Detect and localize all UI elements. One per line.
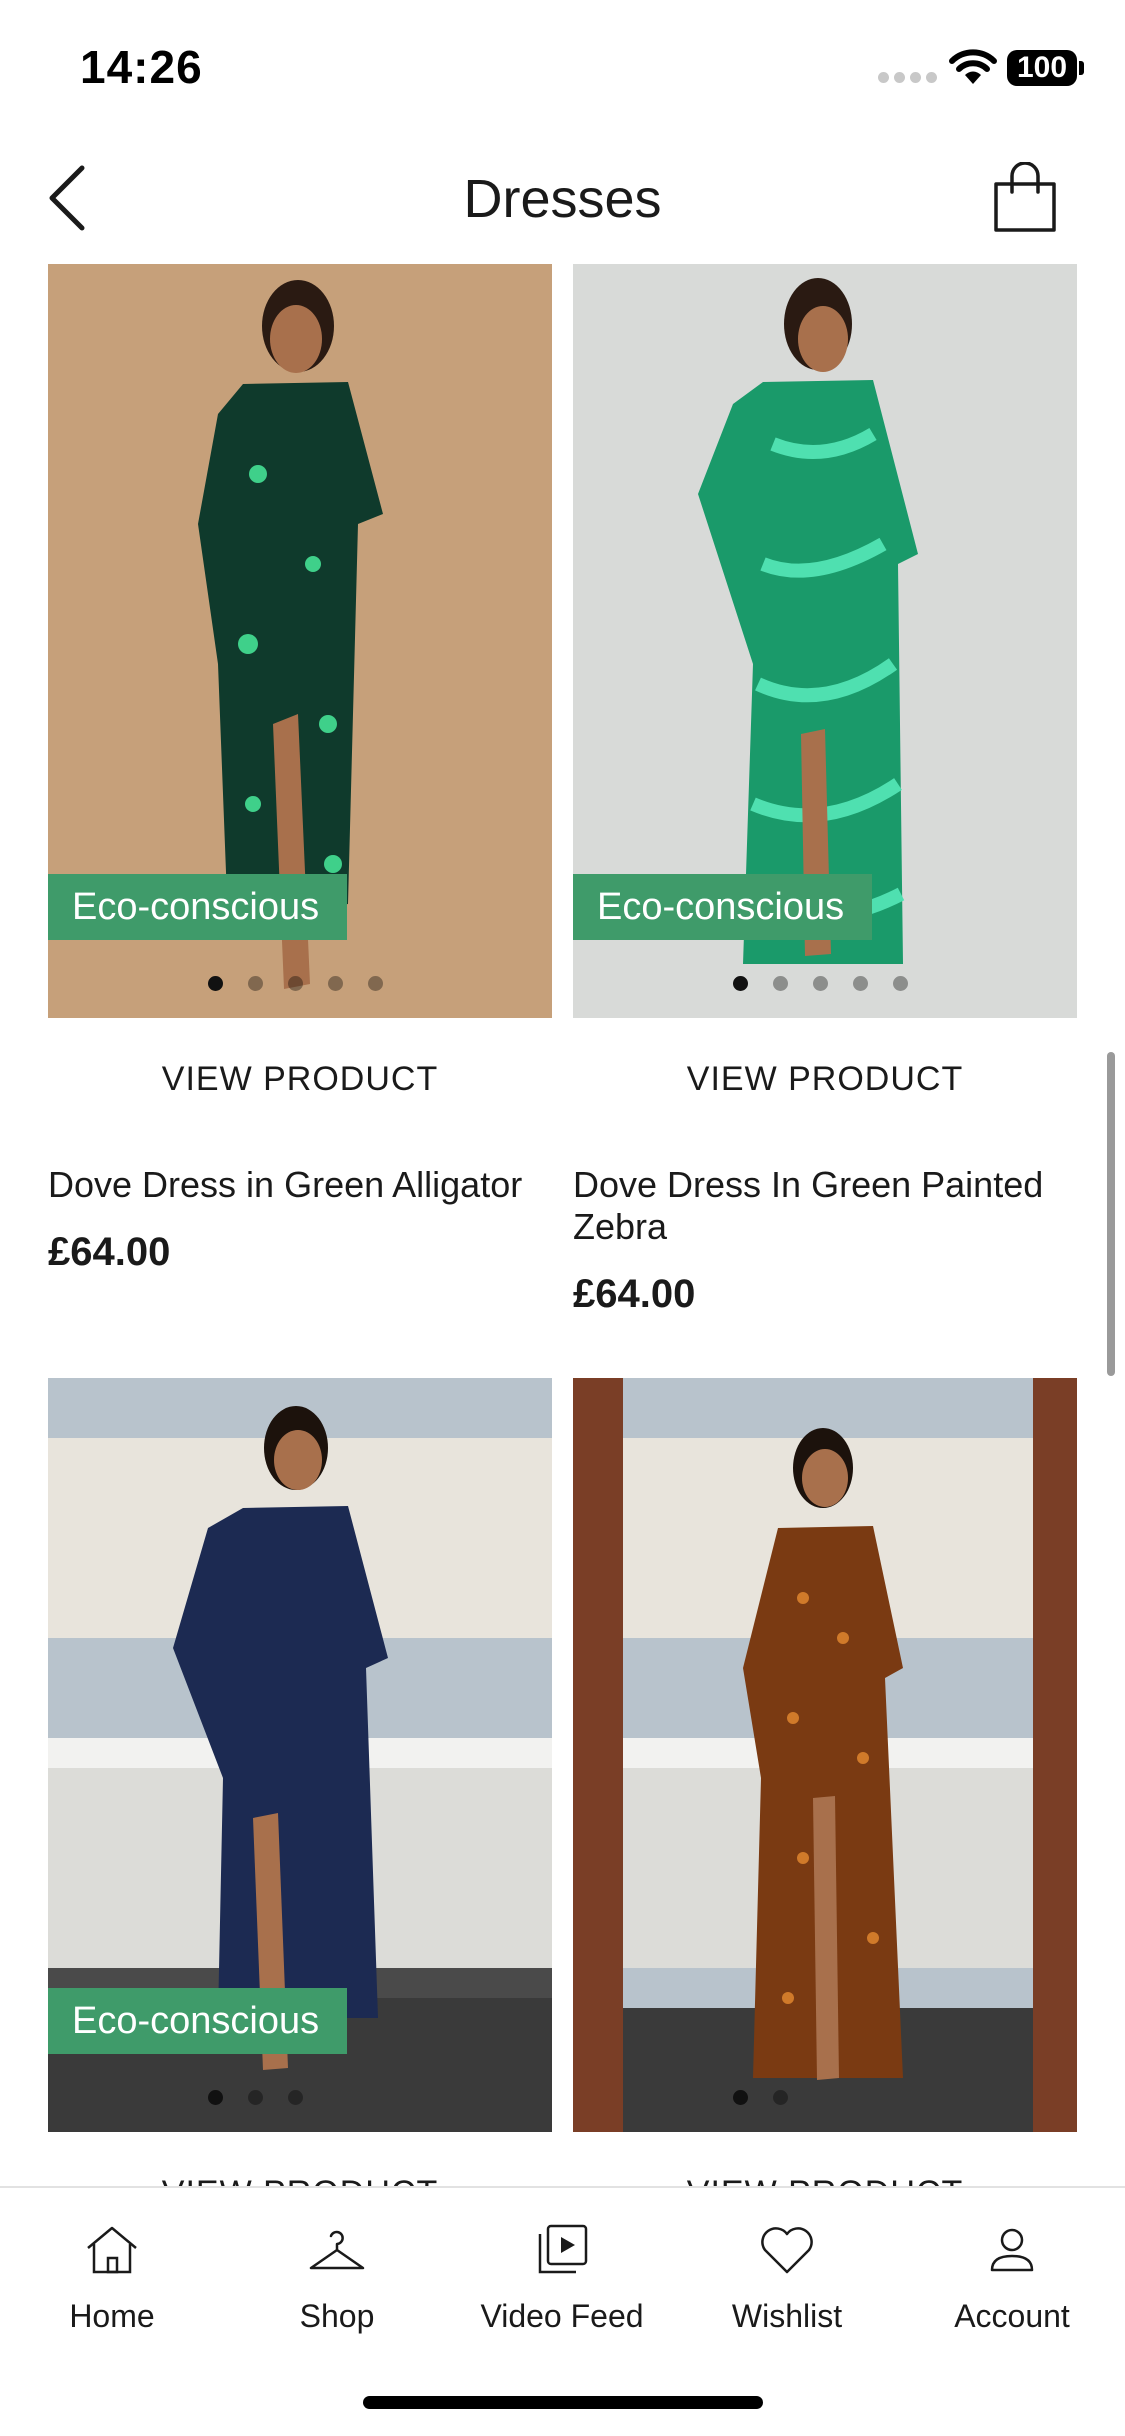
carousel-dot[interactable] [328,976,343,991]
scrollbar[interactable] [1107,1052,1115,1376]
shopping-bag-icon[interactable] [990,162,1060,234]
person-icon [990,2228,1034,2272]
hanger-icon [309,2230,365,2270]
tab-shop[interactable]: Shop [237,2218,437,2335]
tab-label: Account [954,2298,1070,2334]
tab-wishlist[interactable]: Wishlist [687,2218,887,2335]
heart-icon [761,2227,813,2274]
product-name[interactable]: Dove Dress In Green Painted Zebra [573,1164,1077,1248]
product-card[interactable]: VIEW PRODUCT [573,1378,1077,2212]
tab-label: Shop [299,2298,375,2334]
tab-label: Home [69,2298,155,2334]
product-image[interactable]: Eco-conscious [573,264,1077,1018]
product-image[interactable]: Eco-conscious [48,264,552,1018]
carousel-dot[interactable] [773,976,788,991]
image-carousel-dots[interactable] [733,2090,788,2105]
tab-video-feed[interactable]: Video Feed [462,2218,662,2335]
carousel-dot[interactable] [733,2090,748,2105]
tab-home[interactable]: Home [12,2218,212,2335]
image-carousel-dots[interactable] [208,976,383,991]
page-title: Dresses [463,169,662,229]
eco-conscious-badge: Eco-conscious [573,874,872,940]
carousel-dot[interactable] [853,976,868,991]
eco-conscious-badge: Eco-conscious [48,1988,347,2054]
image-carousel-dots[interactable] [733,976,908,991]
product-name[interactable]: Dove Dress in Green Alligator [48,1164,552,1206]
view-product-button[interactable]: VIEW PRODUCT [573,1060,1077,1099]
eco-conscious-badge: Eco-conscious [48,874,347,940]
carousel-dot[interactable] [368,976,383,991]
carousel-dot[interactable] [208,2090,223,2105]
carousel-dot[interactable] [813,976,828,991]
carousel-dot[interactable] [773,2090,788,2105]
home-indicator[interactable] [363,2396,763,2409]
carousel-dot[interactable] [248,2090,263,2105]
header: Dresses [0,140,1125,255]
tab-account[interactable]: Account [912,2218,1112,2335]
carousel-dot[interactable] [248,976,263,991]
carousel-dot[interactable] [288,976,303,991]
carousel-dot[interactable] [893,976,908,991]
carousel-dot[interactable] [733,976,748,991]
product-card[interactable]: Eco-conscious VIEW PRODUCT Dove Dress In… [573,264,1077,1324]
screen: 14:26 100 Dresses Eco-conscious VIEW PRO… [0,0,1125,2436]
product-photo [573,1378,1077,2132]
video-feed-icon [538,2224,588,2274]
battery-icon: 100 [1007,50,1077,86]
tab-label: Wishlist [731,2298,843,2334]
cellular-signal-icon [878,72,937,83]
product-price: £64.00 [573,1272,696,1316]
product-price: £64.00 [48,1230,171,1274]
status-bar: 14:26 100 [0,0,1125,130]
carousel-dot[interactable] [288,2090,303,2105]
image-carousel-dots[interactable] [208,2090,303,2105]
product-image[interactable]: Eco-conscious [48,1378,552,2132]
product-image[interactable] [573,1378,1077,2132]
product-card[interactable]: Eco-conscious VIEW PRODUCT Dove Dress in… [48,264,552,1324]
view-product-button[interactable]: VIEW PRODUCT [48,1060,552,1099]
tab-label: Video Feed [480,2298,644,2334]
home-icon [87,2226,137,2274]
carousel-dot[interactable] [208,976,223,991]
status-time: 14:26 [80,41,203,93]
product-card[interactable]: Eco-conscious VIEW PRODUCT [48,1378,552,2212]
battery-tip [1079,61,1084,75]
wifi-icon [949,49,997,84]
